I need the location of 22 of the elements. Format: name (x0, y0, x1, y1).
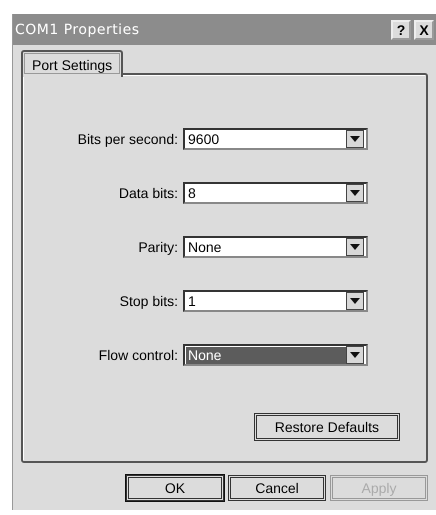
dropdown[interactable]: None (183, 236, 368, 258)
restore-defaults-button[interactable]: Restore Defaults (254, 413, 400, 441)
dropdown[interactable]: 8 (183, 182, 368, 204)
close-button[interactable]: X (414, 20, 434, 40)
field-label: Bits per second: (76, 131, 179, 147)
dropdown-value: None (186, 346, 346, 364)
window-title: COM1 Properties (15, 22, 140, 38)
dropdown-value: 1 (187, 292, 197, 310)
field-label: Flow control: (98, 347, 179, 363)
dialog-button[interactable]: Cancel (228, 475, 326, 501)
dropdown[interactable]: 1 (183, 290, 368, 312)
dropdown[interactable]: 9600 (183, 128, 368, 150)
dropdown[interactable]: None (183, 344, 368, 366)
field-label: Stop bits: (118, 293, 179, 309)
help-button[interactable]: ? (391, 20, 411, 40)
field-label: Parity: (137, 239, 179, 255)
dropdown-value: 8 (187, 184, 197, 202)
dropdown-value: None (187, 238, 222, 256)
dropdown-value: 9600 (187, 130, 220, 148)
tab[interactable]: Port Settings (21, 50, 124, 77)
dialog-button[interactable]: OK (126, 475, 224, 501)
field-label: Data bits: (118, 185, 179, 201)
